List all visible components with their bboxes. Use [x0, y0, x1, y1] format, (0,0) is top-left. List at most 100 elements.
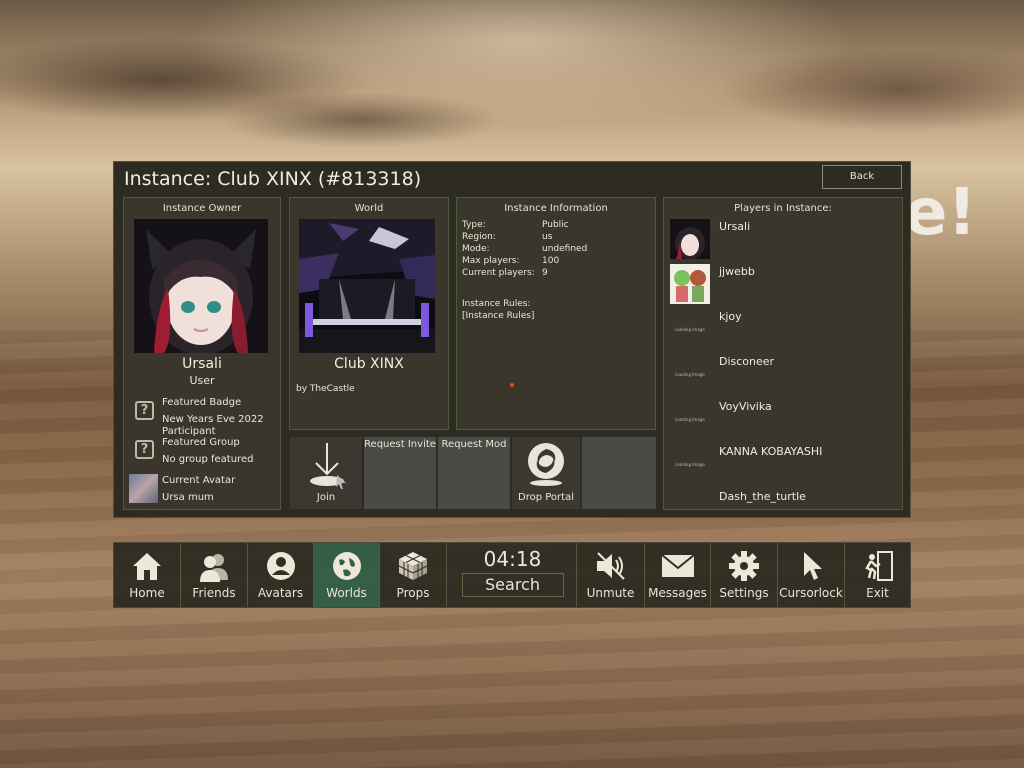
players-list: Ursali jjwebb Loading Image kjoy Loading…	[669, 219, 897, 534]
drop-portal-button[interactable]: Drop Portal	[512, 437, 580, 509]
rules-value: [Instance Rules]	[462, 311, 535, 321]
clock-time: 04:18	[483, 547, 542, 571]
instance-info-rows: Type: Public Region: us Mode: undefined Max…	[462, 219, 587, 279]
player-row[interactable]: Loading Image kjoy	[669, 309, 897, 354]
info-row: Current players: 9	[462, 267, 587, 279]
info-row: Mode: undefined	[462, 243, 587, 255]
world-author[interactable]: by TheCastle	[296, 384, 355, 394]
player-row[interactable]: Loading Image VoyVivika	[669, 399, 897, 444]
info-value: 9	[542, 268, 548, 278]
drop-portal-label: Drop Portal	[518, 492, 574, 503]
players-card: Players in Instance: Ursali jjwebb Loadi…	[663, 197, 903, 510]
world-card: World Club XINX by TheCastle	[289, 197, 449, 430]
menu-unmute-label: Unmute	[586, 586, 635, 600]
request-invite-button[interactable]: Request Invite	[364, 437, 436, 509]
globe-icon	[332, 552, 361, 580]
instance-panel: Instance: Club XINX (#813318) Back Insta…	[113, 161, 911, 518]
request-mod-label: Request Mod	[441, 439, 507, 450]
exit-icon	[864, 551, 893, 581]
menu-home[interactable]: Home	[114, 543, 181, 607]
empty-action-slot	[582, 437, 656, 509]
cursor-dot	[510, 383, 514, 387]
owner-name: Ursali	[182, 356, 222, 372]
player-row[interactable]: Loading Image Disconeer	[669, 354, 897, 399]
menu-avatars[interactable]: Avatars	[248, 543, 314, 607]
menu-exit[interactable]: Exit	[845, 543, 910, 607]
player-row[interactable]: Loading Image KANNA KOBAYASHI	[669, 444, 897, 489]
envelope-icon	[660, 554, 695, 577]
player-row[interactable]: Dash_the_turtle	[669, 489, 897, 534]
info-value: 100	[542, 256, 560, 266]
request-invite-label: Request Invite	[364, 439, 436, 450]
player-avatar	[670, 264, 710, 304]
menu-worlds[interactable]: Worlds	[314, 543, 380, 607]
portal-icon	[528, 443, 564, 486]
featured-group-value: No group featured	[162, 454, 254, 465]
player-avatar-loading: Loading Image	[675, 371, 705, 377]
menu-unmute[interactable]: Unmute	[577, 543, 645, 607]
owner-role: User	[189, 374, 215, 387]
info-value: undefined	[542, 244, 588, 254]
current-avatar-thumbnail[interactable]	[129, 474, 158, 503]
featured-badge-label: Featured Badge	[162, 397, 242, 408]
cube-icon	[398, 552, 428, 580]
page-title: Instance: Club XINX (#813318)	[124, 168, 422, 190]
background-sign: e!	[904, 176, 977, 250]
player-name: Ursali	[719, 220, 751, 233]
request-mod-button[interactable]: Request Mod	[438, 437, 510, 509]
bottom-menu: Home Friends Avatars Worlds Props 04:18 …	[113, 542, 911, 608]
player-name: kjoy	[719, 310, 742, 323]
speaker-muted-icon	[596, 552, 625, 580]
info-row: Type: Public	[462, 219, 587, 231]
gear-icon	[729, 551, 759, 581]
badge-icon: ?	[135, 401, 154, 420]
featured-badge-value: New Years Eve 2022 Participant	[162, 414, 264, 437]
current-avatar-label: Current Avatar	[162, 475, 236, 486]
owner-card: Instance Owner Ursali User ? Featured Ba…	[123, 197, 281, 510]
info-key: Current players:	[462, 268, 535, 278]
avatar-icon	[266, 552, 295, 580]
player-row[interactable]: jjwebb	[669, 264, 897, 309]
menu-friends[interactable]: Friends	[181, 543, 248, 607]
menu-home-label: Home	[129, 586, 165, 600]
rules-label: Instance Rules:	[462, 299, 531, 309]
menu-friends-label: Friends	[192, 586, 236, 600]
menu-settings-label: Settings	[719, 586, 769, 600]
join-label: Join	[316, 492, 336, 503]
menu-settings[interactable]: Settings	[711, 543, 778, 607]
instance-rules: Instance Rules: [Instance Rules]	[462, 298, 534, 322]
search-button[interactable]: Search	[461, 573, 564, 597]
player-name: Dash_the_turtle	[719, 490, 806, 503]
instance-info-header: Instance Information	[504, 203, 608, 214]
menu-exit-label: Exit	[866, 586, 889, 600]
menu-messages-label: Messages	[648, 586, 707, 600]
owner-header: Instance Owner	[162, 203, 242, 214]
players-header: Players in Instance:	[734, 203, 832, 214]
info-value: Public	[542, 220, 569, 230]
info-key: Mode:	[462, 244, 490, 254]
player-avatar	[670, 219, 710, 259]
menu-messages[interactable]: Messages	[645, 543, 711, 607]
owner-avatar[interactable]	[134, 219, 268, 353]
info-row: Region: us	[462, 231, 587, 243]
info-key: Max players:	[462, 256, 520, 266]
player-avatar-loading: Loading Image	[675, 461, 705, 467]
menu-props-label: Props	[396, 586, 430, 600]
clock-search: 04:18 Search	[449, 543, 577, 607]
current-avatar-value[interactable]: Ursa mum	[162, 492, 214, 503]
group-icon: ?	[135, 440, 154, 459]
player-avatar-loading: Loading Image	[675, 326, 705, 332]
player-row[interactable]: Ursali	[669, 219, 897, 264]
friends-icon	[200, 554, 228, 582]
info-row: Max players: 100	[462, 255, 587, 267]
player-name: Disconeer	[719, 355, 775, 368]
back-button[interactable]: Back	[822, 165, 902, 189]
world-thumbnail[interactable]	[299, 219, 435, 353]
player-name: jjwebb	[719, 265, 755, 278]
info-value: us	[542, 232, 553, 242]
menu-props[interactable]: Props	[380, 543, 447, 607]
menu-worlds-label: Worlds	[326, 586, 367, 600]
join-button[interactable]: Join	[290, 437, 362, 509]
menu-cursorlock[interactable]: Cursorlock	[778, 543, 845, 607]
world-header: World	[354, 203, 384, 214]
